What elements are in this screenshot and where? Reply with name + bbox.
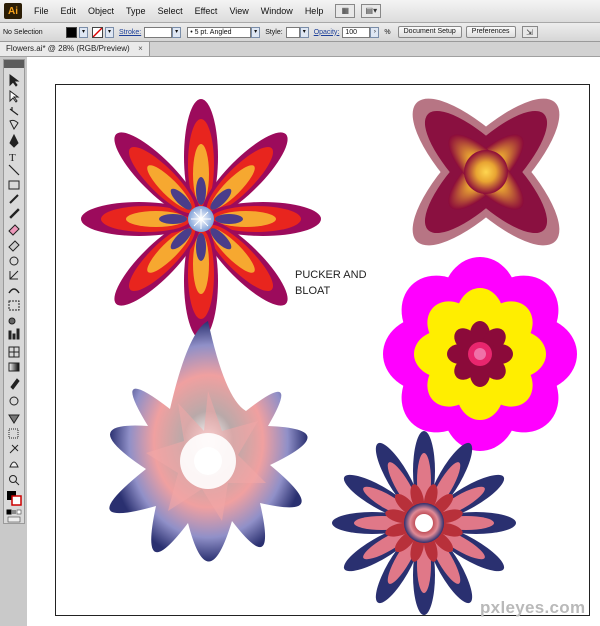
spiky-star-flower [109,321,308,562]
red-orange-flower [81,99,321,339]
navy-red-flower [332,431,516,615]
magenta-yellow-flower [383,257,577,451]
watermark: pxleyes.com [480,598,586,617]
pucker-and-bloat-caption: PUCKER AND BLOAT [295,269,367,297]
artwork [81,98,577,615]
